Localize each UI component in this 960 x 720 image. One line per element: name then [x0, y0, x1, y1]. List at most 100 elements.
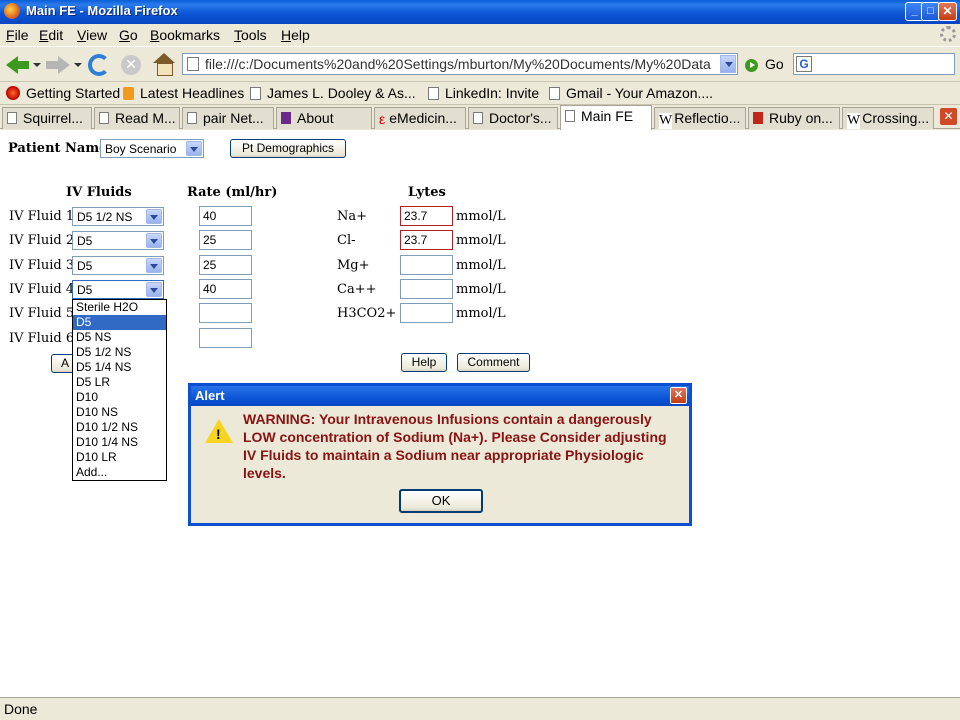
page-icon — [549, 87, 560, 100]
home-icon[interactable] — [152, 53, 176, 76]
forward-arrow-icon[interactable] — [46, 52, 70, 78]
tab-pair-net[interactable]: pair Net... — [182, 107, 274, 129]
dropdown-option[interactable]: D10 NS — [73, 405, 166, 420]
dropdown-option[interactable]: D10 1/4 NS — [73, 435, 166, 450]
stop-icon[interactable]: ✕ — [121, 55, 141, 75]
reload-icon[interactable] — [88, 54, 110, 76]
dropdown-option[interactable]: D5 1/4 NS — [73, 360, 166, 375]
chevron-down-icon[interactable] — [146, 258, 162, 273]
dropdown-option[interactable]: D5 1/2 NS — [73, 345, 166, 360]
chevron-down-icon[interactable] — [146, 233, 162, 248]
iv-fluid-4-dropdown-list[interactable]: Sterile H2O D5 D5 NS D5 1/2 NS D5 1/4 NS… — [72, 299, 167, 481]
sodium-unit: mmol/L — [456, 209, 506, 224]
acetate-input[interactable] — [400, 303, 453, 323]
wikipedia-icon: W — [659, 113, 673, 129]
page-icon — [99, 112, 109, 124]
page-icon — [7, 112, 17, 124]
go-label[interactable]: Go — [765, 56, 784, 72]
menu-help[interactable]: Help — [281, 27, 310, 43]
calcium-label: Ca++ — [337, 282, 377, 297]
rss-icon — [123, 87, 134, 100]
patient-select[interactable]: Boy Scenario — [100, 139, 204, 158]
iv-fluid-1-select[interactable]: D5 1/2 NS — [72, 207, 164, 226]
menu-tools[interactable]: Tools — [234, 27, 267, 43]
alert-close-button[interactable]: ✕ — [670, 387, 687, 404]
address-text[interactable]: file:///c:/Documents%20and%20Settings/mb… — [205, 56, 715, 72]
ok-button[interactable]: OK — [399, 489, 483, 513]
tab-squirrel[interactable]: Squirrel... — [2, 107, 92, 129]
firefox-bookmark-icon — [6, 86, 20, 100]
tab-crossing[interactable]: W Crossing... — [842, 107, 934, 129]
dropdown-option[interactable]: D10 — [73, 390, 166, 405]
warning-icon: ! — [205, 419, 233, 443]
iv-fluid-6-rate-input[interactable] — [199, 328, 252, 348]
comment-button[interactable]: Comment — [457, 353, 530, 372]
iv-fluid-6-label: IV Fluid 6 — [9, 331, 75, 346]
iv-fluid-4-rate-input[interactable]: 40 — [199, 279, 252, 299]
title-bar: Main FE - Mozilla Firefox _ □ ✕ — [0, 0, 960, 24]
address-dropdown-icon[interactable] — [720, 55, 736, 73]
calcium-input[interactable] — [400, 279, 453, 299]
menu-go[interactable]: Go — [119, 27, 138, 43]
chevron-down-icon[interactable] — [146, 209, 162, 224]
google-search-icon[interactable]: G — [796, 56, 812, 72]
dropdown-option-highlighted[interactable]: D5 — [73, 315, 166, 330]
dropdown-option[interactable]: Sterile H2O — [73, 300, 166, 315]
go-icon[interactable] — [745, 59, 758, 72]
tab-label: Doctor's... — [489, 110, 552, 126]
menu-bookmarks[interactable]: Bookmarks — [150, 27, 220, 43]
bookmark-james-dooley[interactable]: James L. Dooley & As... — [250, 85, 416, 101]
status-text: Done — [4, 701, 38, 717]
bookmark-linkedin[interactable]: LinkedIn: Invite — [428, 85, 539, 101]
sodium-input[interactable]: 23.7 — [400, 206, 453, 226]
search-box[interactable]: G — [793, 53, 955, 75]
dropdown-option[interactable]: D10 1/2 NS — [73, 420, 166, 435]
dropdown-option[interactable]: Add... — [73, 465, 166, 480]
iv-fluid-3-rate-input[interactable]: 25 — [199, 255, 252, 275]
iv-fluid-1-rate-input[interactable]: 40 — [199, 206, 252, 226]
bookmark-gmail[interactable]: Gmail - Your Amazon.... — [549, 85, 713, 101]
page-icon — [428, 87, 439, 100]
help-button[interactable]: Help — [401, 353, 447, 372]
tab-bar: Squirrel... Read M... pair Net... About … — [0, 105, 960, 130]
menu-edit[interactable]: Edit — [39, 27, 63, 43]
page-icon — [187, 112, 197, 124]
tab-emedicine[interactable]: ε eMedicin... — [374, 107, 466, 129]
back-arrow-icon[interactable] — [6, 52, 30, 78]
iv-fluid-2-select[interactable]: D5 — [72, 231, 164, 250]
patient-name-label: Patient Name: — [8, 141, 113, 156]
close-window-button[interactable]: ✕ — [938, 2, 957, 21]
chloride-unit: mmol/L — [456, 233, 506, 248]
dropdown-option[interactable]: D10 LR — [73, 450, 166, 465]
tab-label: Crossing... — [862, 110, 930, 126]
iv-fluid-2-rate-input[interactable]: 25 — [199, 230, 252, 250]
dropdown-option[interactable]: D5 LR — [73, 375, 166, 390]
patient-select-value: Boy Scenario — [105, 142, 177, 156]
bookmark-latest-headlines[interactable]: Latest Headlines — [123, 85, 244, 101]
menu-view[interactable]: View — [77, 27, 107, 43]
menu-file[interactable]: File — [6, 27, 29, 43]
alert-title-bar: Alert ✕ — [191, 386, 689, 406]
tab-ruby[interactable]: Ruby on... — [748, 107, 840, 129]
ruby-icon — [753, 112, 763, 124]
tab-read[interactable]: Read M... — [94, 107, 180, 129]
bookmark-label: LinkedIn: Invite — [445, 85, 540, 101]
iv-fluid-4-select[interactable]: D5 — [72, 280, 164, 299]
address-bar[interactable]: file:///c:/Documents%20and%20Settings/mb… — [182, 53, 738, 75]
dropdown-option[interactable]: D5 NS — [73, 330, 166, 345]
bookmark-getting-started[interactable]: Getting Started — [6, 85, 120, 101]
back-history-dropdown-icon[interactable] — [33, 63, 41, 67]
tab-main-fe[interactable]: Main FE — [560, 105, 652, 130]
forward-history-dropdown-icon[interactable] — [74, 63, 82, 67]
chloride-input[interactable]: 23.7 — [400, 230, 453, 250]
chevron-down-icon[interactable] — [186, 141, 202, 156]
chevron-down-icon[interactable] — [146, 282, 162, 297]
pt-demographics-button[interactable]: Pt Demographics — [230, 139, 346, 158]
tab-doctors[interactable]: Doctor's... — [468, 107, 558, 129]
close-tab-icon[interactable]: ✕ — [940, 108, 957, 125]
tab-reflection[interactable]: W Reflectio... — [654, 107, 746, 129]
iv-fluid-5-rate-input[interactable] — [199, 303, 252, 323]
iv-fluid-3-select[interactable]: D5 — [72, 256, 164, 275]
magnesium-input[interactable] — [400, 255, 453, 275]
tab-about[interactable]: About — [276, 107, 372, 129]
